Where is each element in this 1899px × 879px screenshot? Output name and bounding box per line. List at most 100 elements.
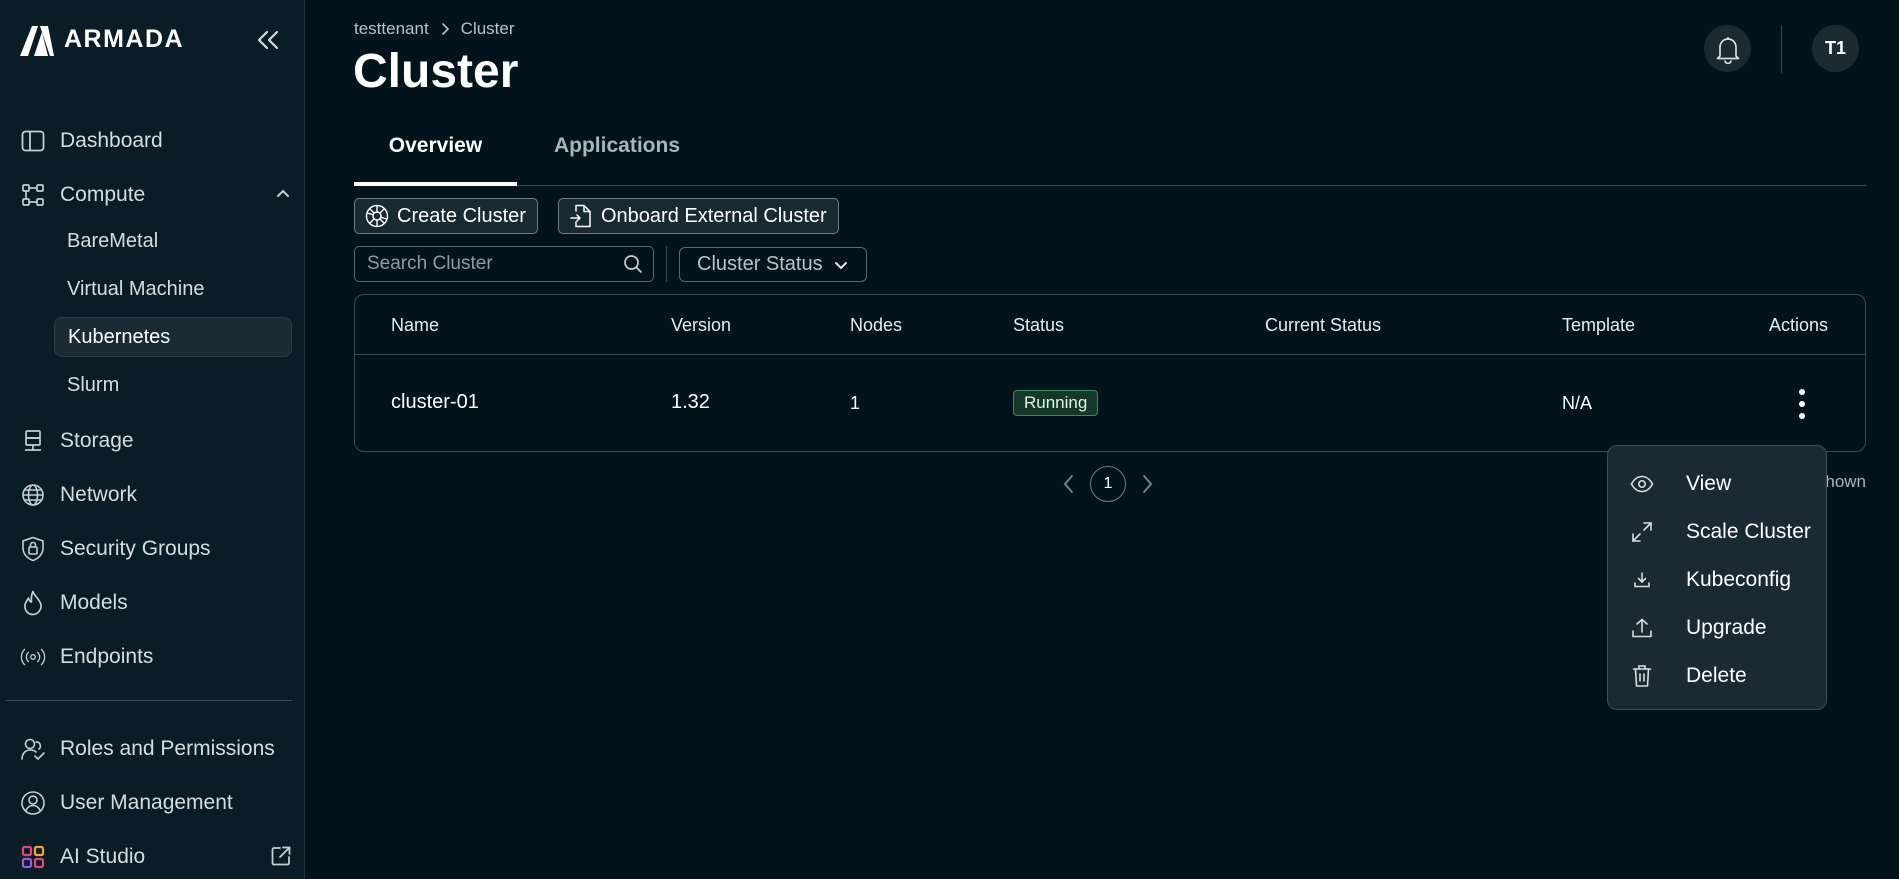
sidebar-item-slurm[interactable]: Slurm — [54, 365, 292, 405]
menu-item-label: Upgrade — [1686, 616, 1767, 639]
sidebar-item-label: Models — [60, 591, 128, 614]
eye-icon — [1630, 472, 1654, 496]
sidebar-item-label: User Management — [60, 791, 233, 814]
user-gear-icon — [20, 790, 46, 816]
trash-icon — [1630, 664, 1654, 688]
column-header-version[interactable]: Version — [671, 315, 731, 336]
next-page-button[interactable] — [1140, 473, 1154, 495]
sidebar-item-user-management[interactable]: User Management — [20, 784, 292, 822]
tab-bar: Overview Applications — [354, 126, 1866, 186]
bell-icon — [1714, 34, 1742, 64]
menu-item-kubeconfig[interactable]: Kubeconfig — [1608, 560, 1826, 600]
row-actions-button[interactable] — [1792, 387, 1812, 421]
sidebar-item-label: Network — [60, 483, 138, 506]
sidebar-divider — [6, 700, 292, 701]
notifications-button[interactable] — [1704, 25, 1751, 72]
users-icon — [20, 736, 46, 762]
header-divider — [1781, 25, 1782, 73]
kubernetes-helm-icon — [365, 204, 389, 228]
flame-icon — [20, 590, 46, 616]
external-link-icon[interactable] — [270, 845, 292, 867]
download-icon — [1630, 568, 1654, 592]
status-badge: Running — [1013, 390, 1099, 416]
upload-icon — [1630, 616, 1654, 640]
sidebar-item-label: Security Groups — [60, 537, 211, 560]
brand-logo[interactable]: ARMADA — [18, 22, 184, 56]
sidebar-item-dashboard[interactable]: Dashboard — [20, 122, 292, 160]
double-chevron-left-icon — [255, 29, 281, 51]
prev-page-button[interactable] — [1062, 473, 1076, 495]
sidebar-item-label: AI Studio — [60, 845, 146, 868]
pagination: 1 — [1062, 466, 1154, 502]
filter-divider — [666, 246, 667, 282]
chevron-right-icon — [439, 22, 451, 36]
cluster-status-filter-label: Cluster Status — [697, 253, 823, 275]
cell-name[interactable]: cluster-01 — [391, 391, 479, 414]
tab-applications[interactable]: Applications — [532, 126, 702, 184]
breadcrumb-current: Cluster — [460, 19, 515, 38]
kebab-dot — [1799, 401, 1805, 407]
create-cluster-button[interactable]: Create Cluster — [354, 198, 538, 234]
onboard-external-cluster-button[interactable]: Onboard External Cluster — [558, 198, 839, 234]
page-number-button[interactable]: 1 — [1090, 466, 1126, 502]
create-cluster-label: Create Cluster — [397, 204, 526, 227]
menu-item-label: Delete — [1686, 664, 1747, 687]
sidebar-item-ai-studio[interactable]: AI Studio — [20, 838, 292, 876]
search-icon[interactable] — [623, 254, 643, 274]
sidebar-item-baremetal[interactable]: BareMetal — [54, 221, 292, 261]
globe-icon — [20, 482, 46, 508]
sidebar-item-label: Endpoints — [60, 645, 154, 668]
breadcrumb: testtenant Cluster — [354, 19, 515, 39]
menu-item-view[interactable]: View — [1608, 464, 1826, 504]
kebab-dot — [1799, 389, 1805, 395]
expand-icon — [1630, 520, 1654, 544]
menu-item-delete[interactable]: Delete — [1608, 656, 1826, 696]
sidebar-item-compute[interactable]: Compute — [20, 176, 292, 214]
cell-version: 1.32 — [671, 391, 710, 413]
brand-name: ARMADA — [64, 24, 185, 53]
column-header-nodes[interactable]: Nodes — [850, 315, 902, 336]
breadcrumb-root[interactable]: testtenant — [354, 19, 429, 39]
sidebar-item-roles-permissions[interactable]: Roles and Permissions — [20, 730, 292, 768]
sidebar-item-label: Storage — [60, 429, 134, 452]
kebab-dot — [1799, 413, 1805, 419]
column-header-template[interactable]: Template — [1562, 315, 1635, 336]
menu-item-label: View — [1686, 472, 1732, 495]
broadcast-icon — [20, 644, 46, 670]
grid-apps-icon — [20, 844, 46, 870]
sidebar-item-storage[interactable]: Storage — [20, 422, 292, 460]
column-header-actions: Actions — [1769, 315, 1829, 335]
row-actions-menu: View Scale Cluster Kubeconfig Upgrade De… — [1607, 445, 1827, 710]
avatar[interactable]: T1 — [1812, 25, 1859, 72]
sidebar-item-kubernetes[interactable]: Kubernetes — [54, 317, 292, 357]
menu-item-upgrade[interactable]: Upgrade — [1608, 608, 1826, 648]
column-header-current-status[interactable]: Current Status — [1265, 315, 1381, 336]
search-input[interactable] — [355, 247, 615, 281]
sidebar-item-label: Compute — [60, 183, 146, 206]
cluster-status-filter[interactable]: Cluster Status — [679, 247, 867, 282]
page-title: Cluster — [353, 45, 519, 98]
sidebar-item-virtual-machine[interactable]: Virtual Machine — [54, 269, 292, 309]
search-field[interactable] — [354, 246, 654, 282]
tab-overview[interactable]: Overview — [354, 126, 517, 186]
cell-template: N/A — [1562, 393, 1593, 413]
compute-icon — [20, 182, 46, 208]
table-header: Name Version Nodes Status Current Status… — [355, 295, 1865, 355]
armada-logo-icon — [18, 22, 56, 56]
collapse-sidebar-button[interactable] — [254, 26, 282, 54]
menu-item-label: Kubeconfig — [1686, 568, 1792, 591]
storage-icon — [20, 428, 46, 454]
sidebar-item-label: Roles and Permissions — [60, 737, 275, 760]
sidebar-item-network[interactable]: Network — [20, 476, 292, 514]
cell-nodes: 1 — [850, 393, 861, 413]
clusters-table: Name Version Nodes Status Current Status… — [354, 294, 1866, 452]
chevron-up-icon — [274, 184, 292, 202]
menu-item-scale-cluster[interactable]: Scale Cluster — [1608, 512, 1826, 552]
sidebar-item-security-groups[interactable]: Security Groups — [20, 530, 292, 568]
chevron-down-icon — [833, 257, 849, 273]
sidebar-item-endpoints[interactable]: Endpoints — [20, 638, 292, 676]
column-header-status[interactable]: Status — [1013, 315, 1064, 336]
column-header-name[interactable]: Name — [391, 315, 439, 336]
file-import-icon — [569, 203, 593, 229]
sidebar-item-models[interactable]: Models — [20, 584, 292, 622]
